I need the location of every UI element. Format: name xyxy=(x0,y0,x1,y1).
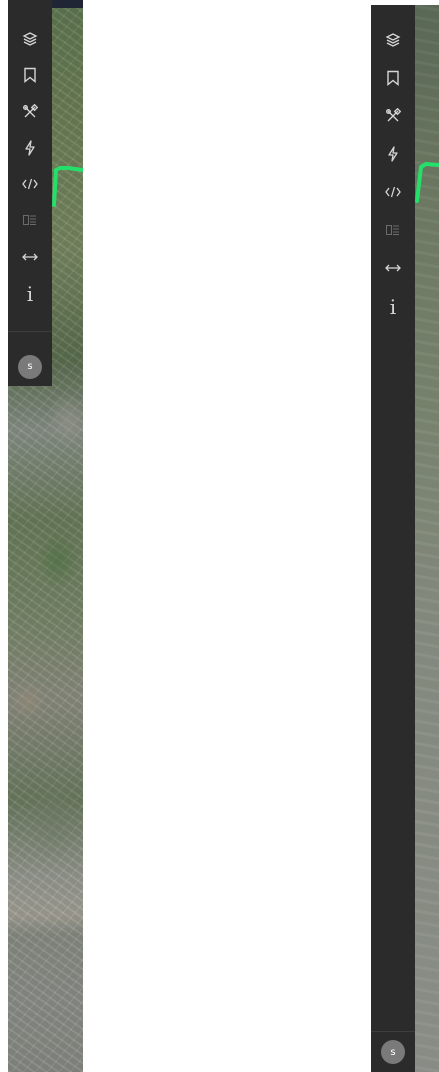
grid-icon xyxy=(386,225,400,235)
compare-button[interactable] xyxy=(371,249,415,287)
grid-icon xyxy=(23,215,37,226)
arrows-horizontal-icon xyxy=(22,252,38,262)
layers-icon xyxy=(22,31,38,47)
avatar[interactable]: s xyxy=(381,1040,405,1064)
toolbar-footer: s xyxy=(371,1031,415,1072)
tools-icon xyxy=(22,103,38,120)
flash-button[interactable] xyxy=(8,130,52,166)
map-panel-left[interactable]: i s xyxy=(8,0,83,1072)
grid-button[interactable] xyxy=(8,202,52,238)
tools-button[interactable] xyxy=(371,97,415,135)
lightning-icon xyxy=(24,140,36,156)
info-button[interactable]: i xyxy=(371,287,415,327)
lightning-icon xyxy=(387,146,399,162)
user-menu[interactable]: s xyxy=(8,348,52,386)
avatar[interactable]: s xyxy=(18,354,42,379)
arrows-horizontal-icon xyxy=(385,263,401,273)
layers-button[interactable] xyxy=(8,21,52,57)
info-icon: i xyxy=(389,295,397,319)
bookmark-button[interactable] xyxy=(371,59,415,97)
bookmark-button[interactable] xyxy=(8,57,52,93)
info-button[interactable]: i xyxy=(8,275,52,313)
toolbar: i s xyxy=(8,0,52,386)
code-button[interactable] xyxy=(371,173,415,211)
compare-button[interactable] xyxy=(8,238,52,274)
bookmark-icon xyxy=(386,70,400,86)
grid-button[interactable] xyxy=(371,211,415,249)
info-icon: i xyxy=(26,281,34,306)
tools-button[interactable] xyxy=(8,93,52,129)
user-menu[interactable]: s xyxy=(371,1032,415,1072)
map-panel-right[interactable]: i s xyxy=(371,5,439,1072)
toolbar-divider xyxy=(8,330,52,332)
layers-button[interactable] xyxy=(371,21,415,59)
layers-icon xyxy=(385,32,401,48)
flash-button[interactable] xyxy=(371,135,415,173)
code-icon xyxy=(22,178,38,190)
code-button[interactable] xyxy=(8,166,52,202)
toolbar: i s xyxy=(371,5,415,1072)
tools-icon xyxy=(385,108,401,124)
code-icon xyxy=(385,186,401,198)
bookmark-icon xyxy=(23,67,37,84)
